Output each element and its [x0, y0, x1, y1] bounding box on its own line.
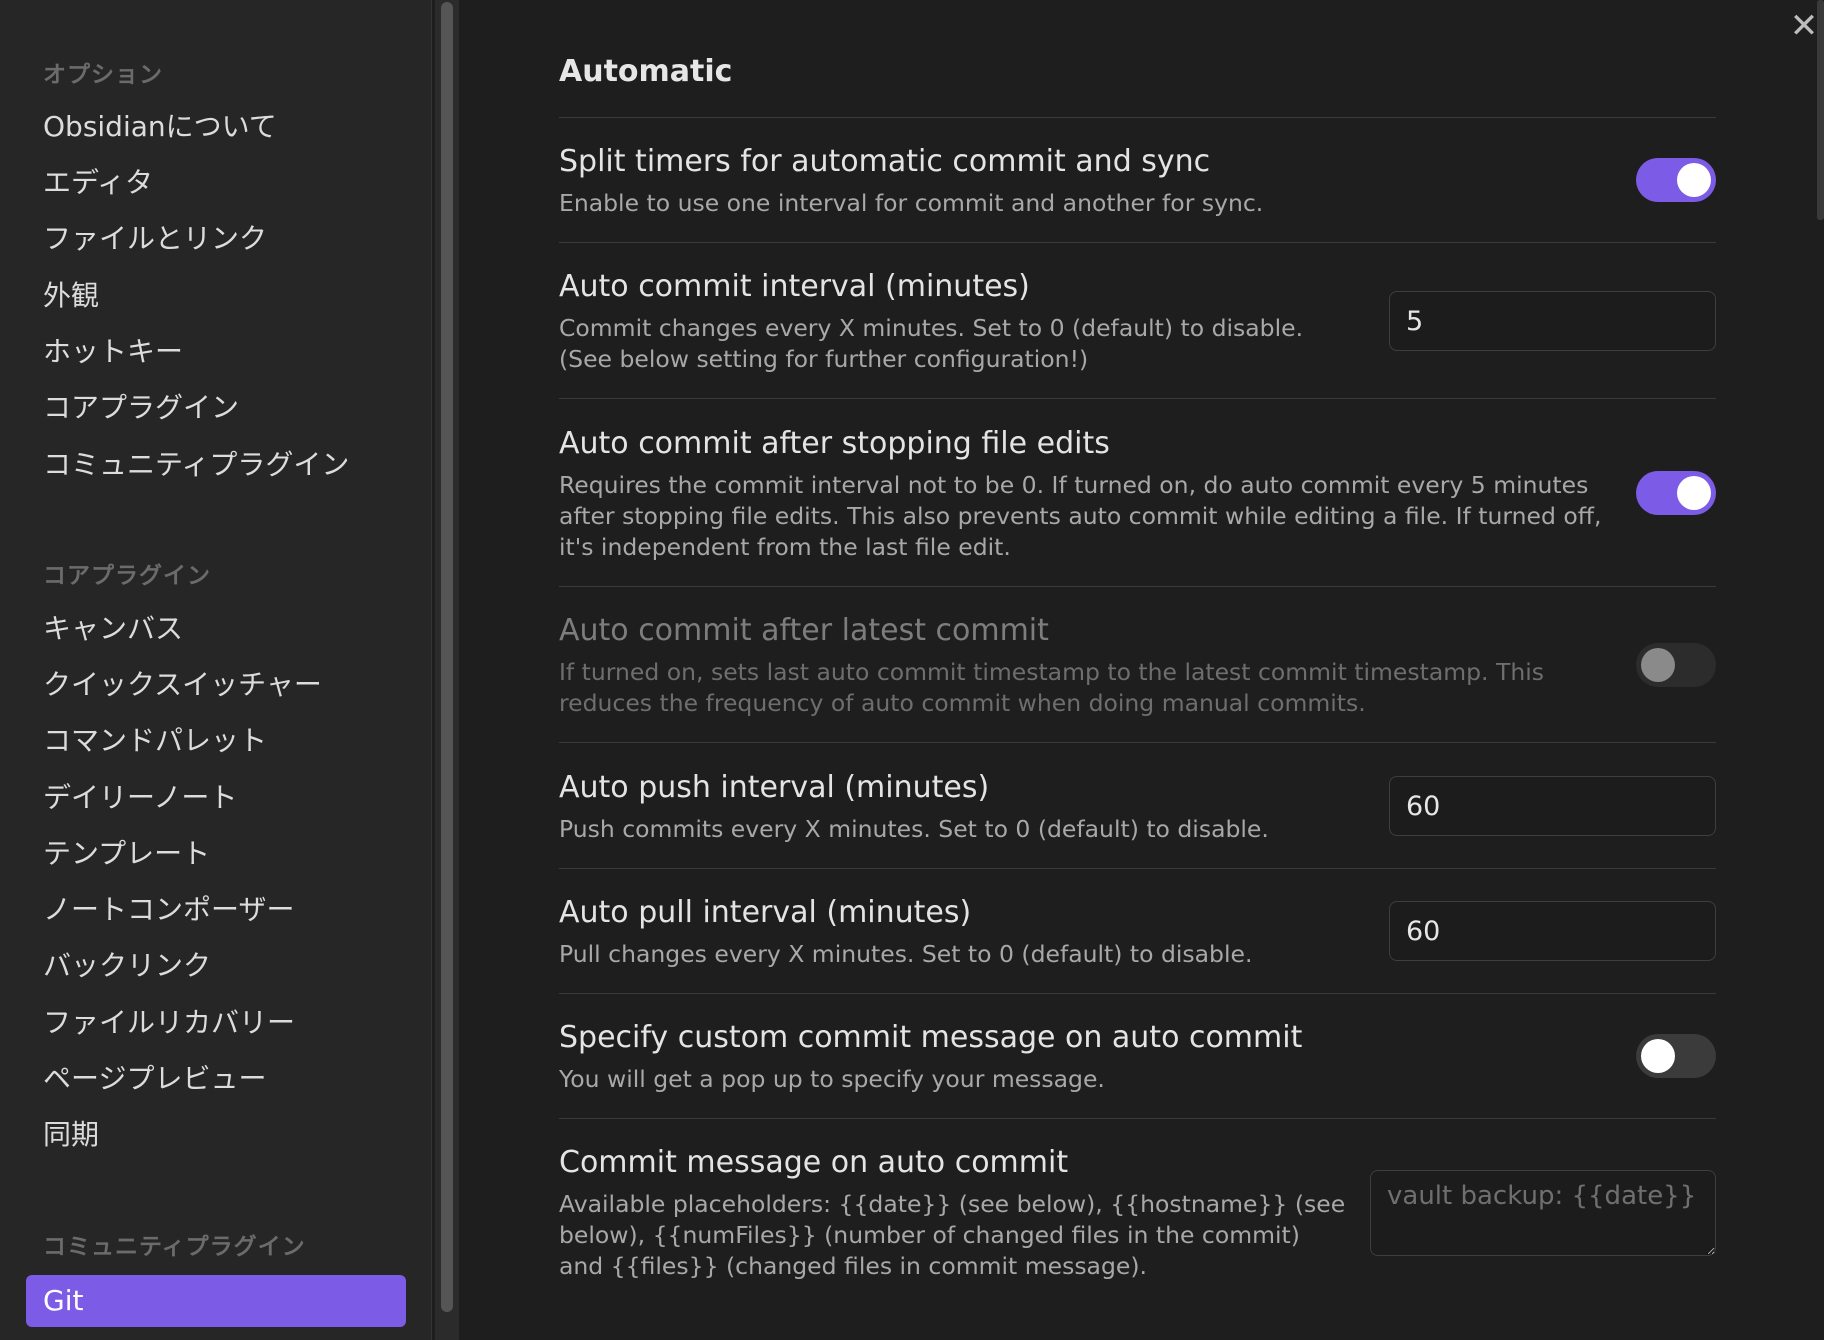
setting-name: Auto pull interval (minutes) [559, 895, 972, 930]
divider [559, 993, 1716, 994]
custom-commit-message-toggle[interactable] [1636, 1034, 1716, 1078]
sidebar-item-hotkeys[interactable]: ホットキー [26, 326, 406, 378]
setting-name: Split timers for automatic commit and sy… [559, 144, 1211, 179]
setting-description: You will get a pop up to specify your me… [559, 1065, 1105, 1093]
divider [559, 117, 1716, 118]
sidebar-scrollbar[interactable] [435, 0, 459, 1340]
setting-description: Commit changes every X minutes. Set to 0… [559, 314, 1304, 373]
setting-description: Push commits every X minutes. Set to 0 (… [559, 815, 1269, 843]
divider [559, 1118, 1716, 1119]
setting-description: Pull changes every X minutes. Set to 0 (… [559, 940, 1253, 968]
divider [559, 398, 1716, 399]
setting-name: Specify custom commit message on auto co… [559, 1020, 1303, 1055]
sidebar-item-daily-notes[interactable]: デイリーノート [26, 772, 406, 824]
section-title: Automatic [559, 54, 733, 89]
setting-name: Auto push interval (minutes) [559, 770, 990, 805]
setting-name: Auto commit after stopping file edits [559, 426, 1110, 461]
sidebar-item-page-preview[interactable]: ページプレビュー [26, 1053, 406, 1105]
toggle-knob [1641, 1039, 1675, 1073]
setting-description: Enable to use one interval for commit an… [559, 189, 1264, 217]
auto-commit-after-latest-toggle[interactable] [1636, 643, 1716, 687]
toggle-knob [1677, 163, 1711, 197]
auto-commit-message-textarea[interactable] [1370, 1170, 1716, 1256]
toggle-knob [1677, 476, 1711, 510]
auto-commit-interval-input[interactable] [1389, 291, 1716, 351]
sidebar-item-editor[interactable]: エディタ [26, 157, 406, 209]
divider [559, 586, 1716, 587]
sidebar-item-sync[interactable]: 同期 [26, 1109, 406, 1161]
split-timers-toggle[interactable] [1636, 158, 1716, 202]
sidebar-item-git[interactable]: Git [26, 1275, 406, 1327]
sidebar-item-file-recovery[interactable]: ファイルリカバリー [26, 997, 406, 1049]
toggle-knob [1641, 648, 1675, 682]
sidebar-item-appearance[interactable]: 外観 [26, 270, 406, 322]
settings-sidebar: オプション Obsidianについて エディタ ファイルとリンク 外観 ホットキ… [0, 0, 432, 1340]
auto-pull-interval-input[interactable] [1389, 901, 1716, 961]
sidebar-heading-core-plugins: コアプラグイン [43, 563, 211, 589]
auto-push-interval-input[interactable] [1389, 776, 1716, 836]
divider [559, 868, 1716, 869]
setting-description: Requires the commit interval not to be 0… [559, 471, 1602, 561]
setting-name: Auto commit after latest commit [559, 613, 1049, 648]
sidebar-scroll-thumb[interactable] [441, 2, 453, 1312]
settings-modal: オプション Obsidianについて エディタ ファイルとリンク 外観 ホットキ… [0, 0, 1824, 1340]
sidebar-heading-options: オプション [43, 62, 163, 88]
divider [559, 242, 1716, 243]
setting-description: Available placeholders: {{date}} (see be… [559, 1190, 1346, 1280]
divider [559, 742, 1716, 743]
content-scrollbar[interactable] [1817, 0, 1824, 220]
sidebar-item-command-palette[interactable]: コマンドパレット [26, 715, 406, 767]
auto-commit-after-edits-toggle[interactable] [1636, 471, 1716, 515]
sidebar-item-files-links[interactable]: ファイルとリンク [26, 213, 406, 265]
sidebar-heading-community-plugins: コミュニティプラグイン [43, 1234, 306, 1260]
sidebar-item-note-composer[interactable]: ノートコンポーザー [26, 884, 406, 936]
sidebar-item-quick-switcher[interactable]: クイックスイッチャー [26, 659, 406, 711]
sidebar-item-core-plugins[interactable]: コアプラグイン [26, 382, 406, 434]
sidebar-item-community-plugins[interactable]: コミュニティプラグイン [26, 439, 406, 491]
setting-name: Commit message on auto commit [559, 1145, 1069, 1180]
sidebar-item-backlinks[interactable]: バックリンク [26, 940, 406, 992]
sidebar-item-about[interactable]: Obsidianについて [26, 101, 406, 153]
setting-description: If turned on, sets last auto commit time… [559, 658, 1544, 717]
setting-name: Auto commit interval (minutes) [559, 269, 1030, 304]
sidebar-item-canvas[interactable]: キャンバス [26, 603, 406, 655]
sidebar-item-templates[interactable]: テンプレート [26, 828, 406, 880]
